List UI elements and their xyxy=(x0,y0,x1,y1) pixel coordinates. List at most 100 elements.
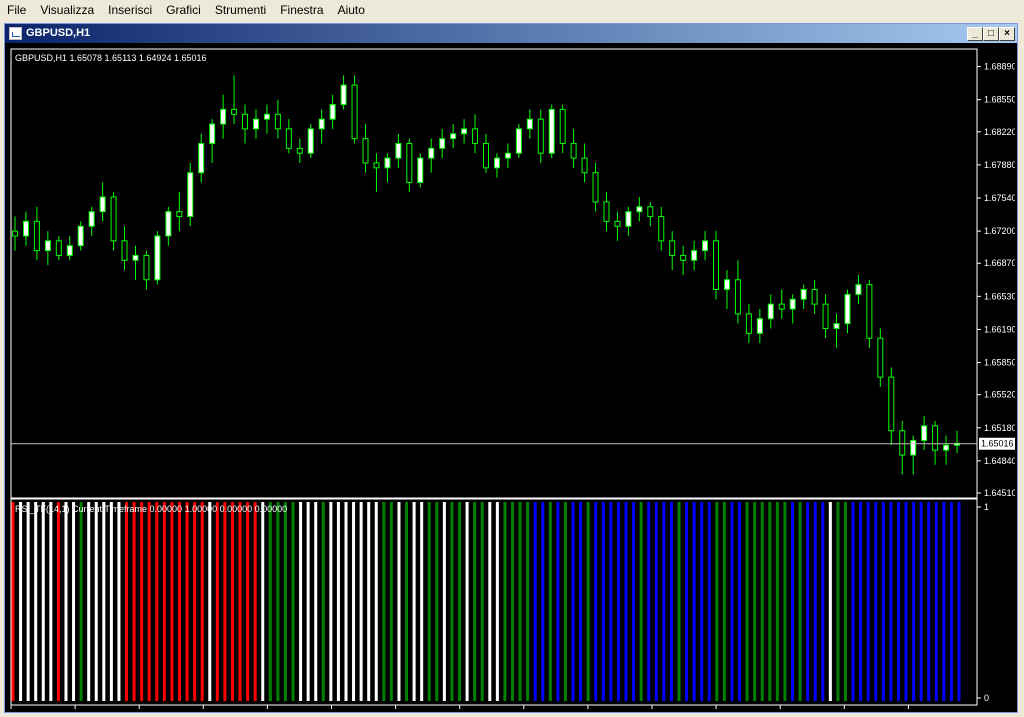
indicator-bar xyxy=(813,502,817,701)
indicator-bar xyxy=(927,502,931,701)
candle-body xyxy=(658,216,665,242)
menu-item-grafici[interactable]: Grafici xyxy=(159,0,208,20)
candle-body xyxy=(99,196,106,213)
indicator-bar xyxy=(586,502,590,701)
indicator-bar xyxy=(117,502,121,701)
candle-body xyxy=(778,303,785,310)
candle-body xyxy=(811,289,818,305)
price-chart[interactable]: 1.68890 1.68550 1.68220 1.67880 1.67540 1.672… xyxy=(7,45,1015,710)
indicator-bar xyxy=(268,502,272,701)
candle-body xyxy=(800,289,807,300)
indicator-bar xyxy=(594,502,598,701)
candle-body xyxy=(789,298,796,310)
candle-body xyxy=(899,430,906,456)
indicator-bar xyxy=(669,502,673,701)
candle-body xyxy=(22,220,29,237)
candle-body xyxy=(231,108,238,115)
candle-body xyxy=(220,108,227,125)
chart-area[interactable]: 1.68890 1.68550 1.68220 1.67880 1.67540 1.672… xyxy=(7,45,1015,710)
indicator-bar xyxy=(480,502,484,701)
candle-body xyxy=(526,118,533,130)
candle-body xyxy=(66,245,73,256)
candle-body xyxy=(373,162,380,169)
candle-body xyxy=(680,254,687,261)
indicator-bar xyxy=(798,502,802,701)
indicator-bar xyxy=(874,502,878,701)
indicator-info-label: RSI_TF(14,1) Current Timeframe 0.00000 1… xyxy=(15,504,287,514)
candle-body xyxy=(756,318,763,334)
menu-item-file[interactable]: File xyxy=(0,0,33,20)
candle-body xyxy=(165,211,172,237)
candle-body xyxy=(428,147,435,159)
candle-body xyxy=(187,172,194,218)
indicator-bar xyxy=(397,502,401,701)
candle-body xyxy=(734,279,741,315)
candle-body xyxy=(88,211,95,227)
indicator-bar xyxy=(230,502,234,701)
indicator-bar xyxy=(624,502,628,701)
indicator-bar xyxy=(843,502,847,701)
indicator-bar xyxy=(19,502,23,701)
candle-body xyxy=(921,425,928,441)
indicator-bar xyxy=(223,502,227,701)
close-button[interactable]: × xyxy=(999,27,1015,41)
indicator-bar xyxy=(185,502,189,701)
indicator-bar xyxy=(170,502,174,701)
candle-body xyxy=(406,142,413,183)
indicator-bar xyxy=(314,502,318,701)
indicator-bar xyxy=(215,502,219,701)
indicator-bar xyxy=(352,502,356,701)
indicator-bar xyxy=(836,502,840,701)
candle-body xyxy=(877,337,884,378)
indicator-bar xyxy=(367,502,371,701)
indicator-bar xyxy=(571,502,575,701)
indicator-bar xyxy=(503,502,507,701)
minimize-button[interactable]: _ xyxy=(967,27,983,41)
candle-body xyxy=(296,147,303,154)
indicator-bar xyxy=(548,502,552,701)
candle-body xyxy=(504,152,511,159)
candle-body xyxy=(537,118,544,154)
menu-item-finestra[interactable]: Finestra xyxy=(273,0,330,20)
candle-body xyxy=(833,323,840,329)
candle-body xyxy=(198,142,205,174)
indicator-bar xyxy=(11,502,15,701)
indicator-bar xyxy=(495,502,499,701)
price-tick-label: 1.66870 xyxy=(984,258,1015,268)
indicator-bar xyxy=(49,502,53,701)
indicator-bar xyxy=(321,502,325,701)
candle-body xyxy=(44,240,51,252)
menu-item-visualizza[interactable]: Visualizza xyxy=(33,0,101,20)
indicator-bar xyxy=(715,502,719,701)
price-tick-label: 1.67200 xyxy=(984,226,1015,236)
indicator-bar xyxy=(828,502,832,701)
price-tick-label: 1.67540 xyxy=(984,193,1015,203)
indicator-bar xyxy=(420,502,424,701)
indicator-bar xyxy=(200,502,204,701)
maximize-button[interactable]: □ xyxy=(983,27,999,41)
candle-body xyxy=(943,444,950,451)
candle-body xyxy=(702,240,709,252)
indicator-bar xyxy=(125,502,129,701)
menu-item-inserisci[interactable]: Inserisci xyxy=(101,0,159,20)
indicator-bar xyxy=(896,502,900,701)
candle-body xyxy=(439,138,446,149)
candle-body xyxy=(154,235,161,281)
candle-body xyxy=(548,108,555,154)
indicator-bar xyxy=(518,502,522,701)
window-title: GBPUSD,H1 xyxy=(26,27,91,39)
indicator-bar xyxy=(745,502,749,701)
menu-item-strumenti[interactable]: Strumenti xyxy=(208,0,273,20)
candle-body xyxy=(176,211,183,218)
indicator-bar xyxy=(783,502,787,701)
chart-window-titlebar[interactable]: GBPUSD,H1 _ □ × xyxy=(5,24,1017,43)
indicator-bar xyxy=(866,502,870,701)
indicator-bar xyxy=(102,502,106,701)
indicator-bar xyxy=(329,502,333,701)
candle-body xyxy=(307,128,314,154)
candle-body xyxy=(329,104,336,120)
indicator-bar xyxy=(389,502,393,701)
menu-item-aiuto[interactable]: Aiuto xyxy=(331,0,372,20)
candle-body xyxy=(472,128,479,144)
indicator-bar xyxy=(291,502,295,701)
